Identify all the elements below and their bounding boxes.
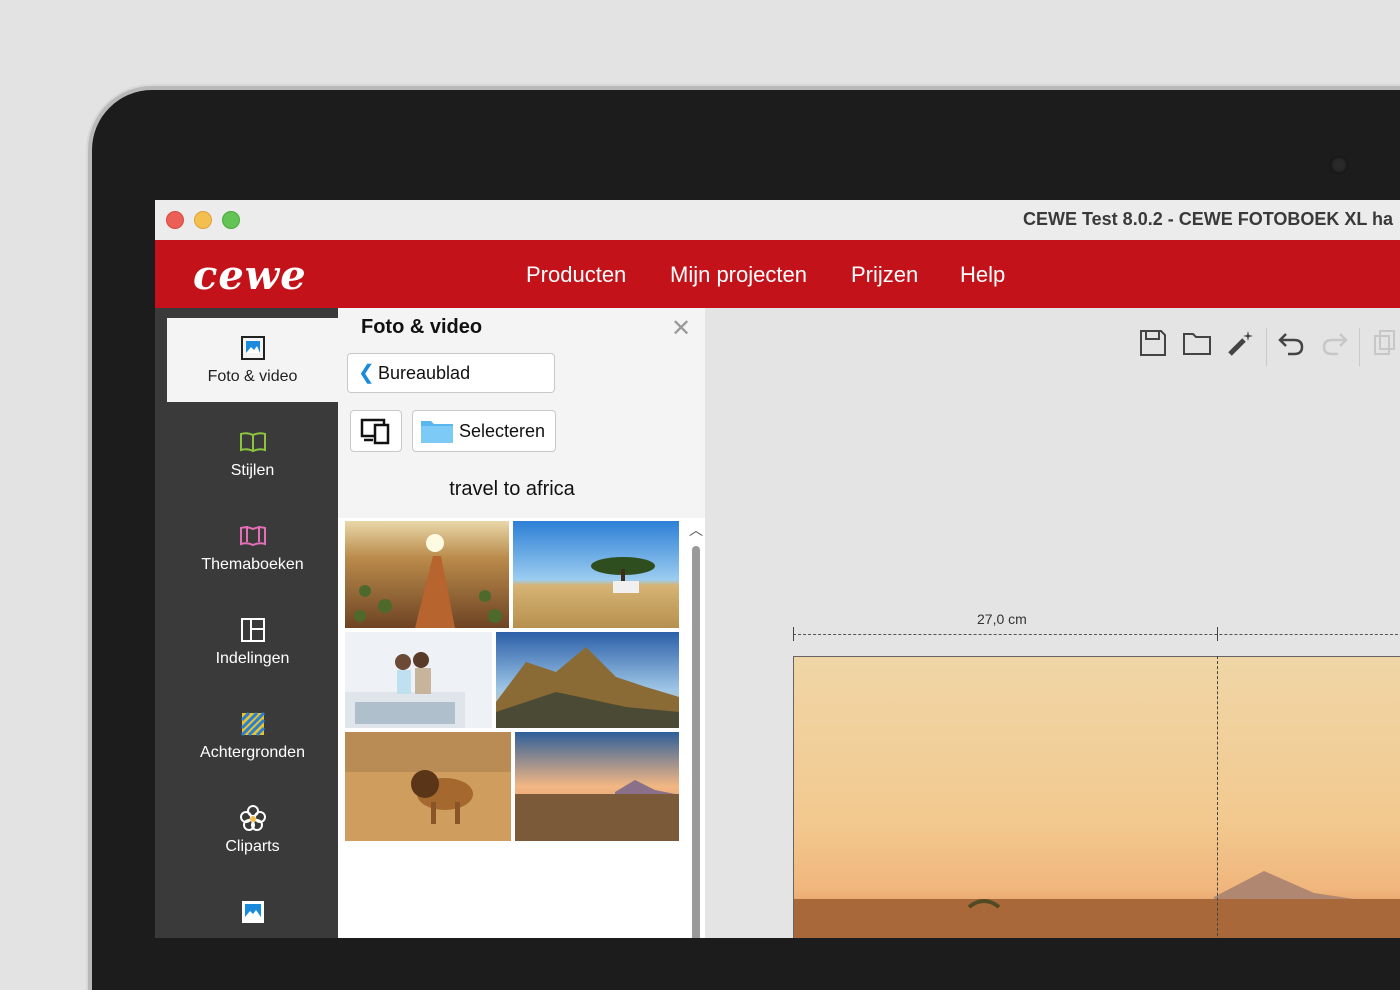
window-title: CEWE Test 8.0.2 - CEWE FOTOBOEK XL ha (1023, 209, 1394, 229)
toolbar-separator (1266, 328, 1267, 366)
folder-icon (421, 421, 453, 443)
sidebar-item-label: Foto & video (207, 368, 298, 385)
sidebar-item-photo-extra[interactable] (167, 882, 338, 938)
chevron-up-icon[interactable]: ︿ (689, 520, 703, 540)
sidebar-item-stijlen[interactable]: Stijlen (167, 412, 338, 496)
undo-icon[interactable] (1276, 328, 1306, 358)
sidebar-item-indelingen[interactable]: Indelingen (167, 600, 338, 684)
nav-prijzen[interactable]: Prijzen (851, 262, 918, 288)
photo-gallery (338, 518, 686, 938)
sidebar-item-label: Cliparts (225, 838, 280, 855)
book-open-icon (239, 432, 266, 453)
sidebar-item-themaboeken[interactable]: Themaboeken (167, 506, 338, 590)
gallery-thumb[interactable] (496, 632, 679, 728)
page-fold-line (1217, 656, 1218, 938)
nav-help[interactable]: Help (960, 262, 1005, 288)
sidebar-item-label: Indelingen (215, 650, 290, 667)
tools-sidebar: Foto & video Stijlen Themaboeken Indelin… (155, 308, 338, 938)
measure-tick (1217, 627, 1218, 641)
zoom-window-button[interactable] (222, 211, 240, 229)
chevron-left-icon: ❮ (358, 362, 375, 384)
scrollbar-thumb[interactable] (692, 546, 700, 938)
measure-line (793, 634, 1400, 635)
save-icon[interactable] (1138, 328, 1168, 358)
open-folder-icon[interactable] (1182, 328, 1212, 358)
sidebar-item-label: Stijlen (230, 462, 275, 479)
background-icon (240, 711, 265, 737)
editor-canvas: 27,0 cm (705, 308, 1400, 938)
page-photo (794, 871, 1400, 938)
panel-title: Foto & video (361, 316, 483, 338)
camera-icon (1330, 156, 1348, 174)
sidebar-item-label: Themaboeken (201, 556, 304, 573)
theme-book-icon (239, 526, 266, 547)
select-folder-button[interactable]: Selecteren (412, 410, 556, 452)
photo-icon (241, 901, 264, 923)
gallery-thumb[interactable] (513, 521, 679, 628)
nav-mijn-projecten[interactable]: Mijn projecten (670, 262, 807, 288)
sidebar-item-foto-video[interactable]: Foto & video (167, 318, 338, 402)
sidebar-item-cliparts[interactable]: Cliparts (167, 788, 338, 872)
sidebar-item-label: Achtergronden (200, 744, 305, 761)
devices-icon (360, 418, 390, 445)
gallery-thumb[interactable] (515, 732, 679, 841)
close-window-button[interactable] (166, 211, 184, 229)
back-button[interactable]: ❮ Bureaublad (347, 353, 555, 393)
nav-producten[interactable]: Producten (526, 262, 626, 288)
measure-tick (793, 627, 794, 641)
magic-wand-icon[interactable] (1226, 328, 1256, 358)
title-bar: CEWE Test 8.0.2 - CEWE FOTOBOEK XL ha (155, 200, 1400, 241)
layout-icon (240, 618, 265, 642)
photobook-page[interactable] (793, 656, 1400, 938)
gallery-thumb[interactable] (345, 521, 509, 628)
gallery-thumb[interactable] (345, 732, 511, 841)
photo-panel: Foto & video ✕ ❮ Bureaublad Selecteren t… (338, 308, 705, 938)
minimize-window-button[interactable] (194, 211, 212, 229)
gallery-scrollbar[interactable]: ︿ (686, 518, 705, 938)
photo-icon (240, 336, 265, 360)
folder-name: travel to africa (449, 478, 575, 500)
copy-icon[interactable] (1369, 328, 1399, 358)
page-width-label: 27,0 cm (977, 611, 1027, 627)
redo-icon[interactable] (1320, 328, 1350, 358)
flower-icon (239, 805, 266, 831)
gallery-thumb[interactable] (345, 632, 492, 728)
toolbar-separator (1359, 328, 1360, 366)
device-source-button[interactable] (350, 410, 402, 452)
cewe-logo[interactable]: cewe (193, 252, 307, 299)
sidebar-item-achtergronden[interactable]: Achtergronden (167, 694, 338, 778)
top-navigation-bar: cewe Producten Mijn projecten Prijzen He… (155, 240, 1400, 308)
close-panel-icon[interactable]: ✕ (671, 314, 691, 343)
app-screen: CEWE Test 8.0.2 - CEWE FOTOBOEK XL ha ce… (155, 200, 1400, 938)
